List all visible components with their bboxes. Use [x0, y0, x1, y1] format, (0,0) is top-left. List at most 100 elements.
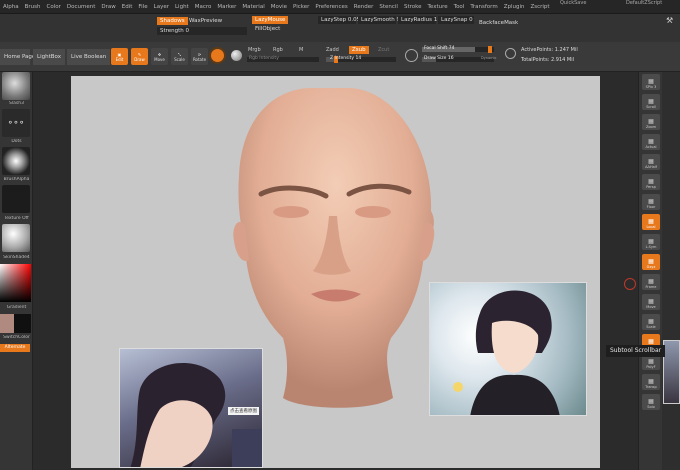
material-thumbnail[interactable] — [2, 224, 30, 252]
shelf-button-spix-3[interactable]: ▦ SPix 3 — [642, 74, 660, 90]
focal-curve-icon[interactable] — [405, 49, 418, 62]
main-color-swatch[interactable] — [0, 314, 14, 333]
shelf-button-gxyz[interactable]: ▦ Gxyz — [642, 254, 660, 270]
menu-render[interactable]: Render — [354, 4, 374, 10]
lazy-radius-slider[interactable]: LazyRadius 1 — [398, 16, 437, 24]
rgb-toggle[interactable]: Rgb — [273, 47, 283, 53]
subtool-thumbnail[interactable] — [663, 340, 680, 404]
menu-layer[interactable]: Layer — [154, 4, 169, 10]
menu-preferences[interactable]: Preferences — [315, 4, 347, 10]
shelf-button-label: Transp — [645, 385, 657, 389]
wax-preview-toggle[interactable]: WaxPreview — [186, 17, 225, 25]
move-mode-button[interactable]: ✥ Move — [151, 48, 168, 65]
menu-alpha[interactable]: Alpha — [3, 4, 19, 10]
lazy-snap-slider[interactable]: LazySnap 0 — [438, 16, 474, 24]
main-toolbar: Home Page LightBox Live Boolean ▣ Edit ✎ D… — [0, 42, 680, 72]
home-page-button[interactable]: Home Page — [0, 49, 35, 65]
mrgb-toggle[interactable]: Mrgb — [248, 47, 261, 53]
menu-edit[interactable]: Edit — [122, 4, 133, 10]
menu-marker[interactable]: Marker — [217, 4, 236, 10]
alpha-thumbnail[interactable] — [2, 147, 30, 175]
canvas-margin-left — [33, 72, 71, 470]
shelf-glyph-icon: ▦ — [648, 258, 654, 265]
lightbox-button[interactable]: LightBox — [33, 49, 65, 65]
shelf-glyph-icon: ▦ — [648, 218, 654, 225]
canvas-margin-right — [600, 72, 638, 470]
color-picker[interactable] — [0, 264, 31, 302]
shelf-button-scroll[interactable]: ▦ Scroll — [642, 94, 660, 110]
menu-tool[interactable]: Tool — [454, 4, 465, 10]
secondary-color-swatch[interactable] — [14, 314, 31, 333]
default-zscript-button[interactable]: DefaultZScript — [626, 0, 662, 6]
shelf-button-zoom[interactable]: ▦ Zoom — [642, 114, 660, 130]
zcut-toggle[interactable]: Zcut — [378, 47, 389, 53]
zadd-toggle[interactable]: Zadd — [326, 47, 339, 53]
shelf-button-aahalf[interactable]: ▦ AAHalf — [642, 154, 660, 170]
menu-movie[interactable]: Movie — [271, 4, 287, 10]
fill-object-button[interactable]: FillObject — [252, 25, 283, 33]
menu-material[interactable]: Material — [242, 4, 264, 10]
menu-texture[interactable]: Texture — [428, 4, 448, 10]
shelf-glyph-icon: ▦ — [648, 318, 654, 325]
menu-stencil[interactable]: Stencil — [379, 4, 398, 10]
shelf-button-label: Zoom — [645, 125, 657, 129]
menu-color[interactable]: Color — [47, 4, 61, 10]
edit-mode-button[interactable]: ▣ Edit — [111, 48, 128, 65]
menu-zscript[interactable]: Zscript — [530, 4, 549, 10]
stroke-dots-icon[interactable]: ∘∘∘ — [2, 109, 30, 137]
material-sphere-icon[interactable] — [209, 47, 226, 64]
rotate-mode-button[interactable]: ⟳ Rotate — [191, 48, 208, 65]
backface-mask-toggle[interactable]: BackfaceMask — [476, 19, 521, 27]
menu-light[interactable]: Light — [175, 4, 189, 10]
draw-mode-button[interactable]: ✎ Draw — [131, 48, 148, 65]
menu-macro[interactable]: Macro — [195, 4, 212, 10]
shelf-button-frame[interactable]: ▦ Frame — [642, 274, 660, 290]
lazy-step-slider[interactable]: LazyStep 0.0595 — [318, 16, 367, 24]
shelf-button-floor[interactable]: ▦ Floor — [642, 194, 660, 210]
shelf-button-label: AAHalf — [645, 165, 657, 169]
subtool-panel-edge[interactable] — [662, 72, 680, 470]
shadows-toggle[interactable]: Shadows — [157, 17, 188, 25]
shelf-button-persp[interactable]: ▦ Persp — [642, 174, 660, 190]
menu-file[interactable]: File — [138, 4, 147, 10]
reference-photo-right[interactable] — [429, 282, 587, 416]
gradient-toggle[interactable]: Gradient — [0, 305, 33, 310]
document-canvas[interactable]: 点击查看原图 — [71, 76, 600, 468]
menu-picker[interactable]: Picker — [293, 4, 309, 10]
texture-thumbnail[interactable] — [2, 185, 30, 213]
view-original-label[interactable]: 点击查看原图 — [228, 407, 259, 415]
dynamic-curve-icon[interactable] — [505, 48, 516, 59]
shelf-glyph-icon: ▦ — [648, 158, 654, 165]
shelf-button-solo[interactable]: ▦ Solo — [642, 394, 660, 410]
zsub-toggle[interactable]: Zsub — [349, 46, 369, 54]
quicksave-button[interactable]: QuickSave — [560, 0, 586, 6]
menu-document[interactable]: Document — [67, 4, 96, 10]
shelf-glyph-icon: ▦ — [648, 138, 654, 145]
scale-mode-button[interactable]: ⤡ Scale — [171, 48, 188, 65]
lazy-mouse-toggle[interactable]: LazyMouse — [252, 16, 289, 24]
shelf-button-transp[interactable]: ▦ Transp — [642, 374, 660, 390]
brush-thumbnail[interactable] — [2, 72, 30, 100]
switch-color-button[interactable]: SwitchColor — [0, 335, 33, 340]
live-boolean-button[interactable]: Live Boolean — [67, 49, 111, 65]
menu-zplugin[interactable]: Zplugin — [504, 4, 525, 10]
m-toggle[interactable]: M — [299, 47, 303, 53]
shelf-button-l-sym[interactable]: ▦ L.Sym — [642, 234, 660, 250]
dynamic-toggle[interactable]: Dynamic — [481, 56, 496, 60]
shelf-button-actual[interactable]: ▦ Actual — [642, 134, 660, 150]
menu-transform[interactable]: Transform — [470, 4, 497, 10]
reference-photo-left[interactable]: 点击查看原图 — [119, 348, 263, 468]
hammer-icon[interactable]: ⚒ — [666, 16, 676, 26]
alternate-toggle[interactable]: Alternate — [0, 344, 30, 352]
shelf-button-move[interactable]: ▦ Move — [642, 294, 660, 310]
lazy-smooth-slider[interactable]: LazySmooth 9 — [358, 16, 400, 24]
shelf-button-scale[interactable]: ▦ Scale — [642, 314, 660, 330]
strength-slider[interactable]: Strength 0 — [157, 27, 247, 35]
menu-draw[interactable]: Draw — [101, 4, 115, 10]
menu-brush[interactable]: Brush — [25, 4, 41, 10]
shelf-button-local[interactable]: ▦ Local — [642, 214, 660, 230]
color-sphere-icon[interactable] — [231, 50, 242, 61]
shelf-button-label: Floor — [646, 205, 656, 209]
shelf-glyph-icon: ▦ — [648, 78, 654, 85]
menu-stroke[interactable]: Stroke — [404, 4, 422, 10]
